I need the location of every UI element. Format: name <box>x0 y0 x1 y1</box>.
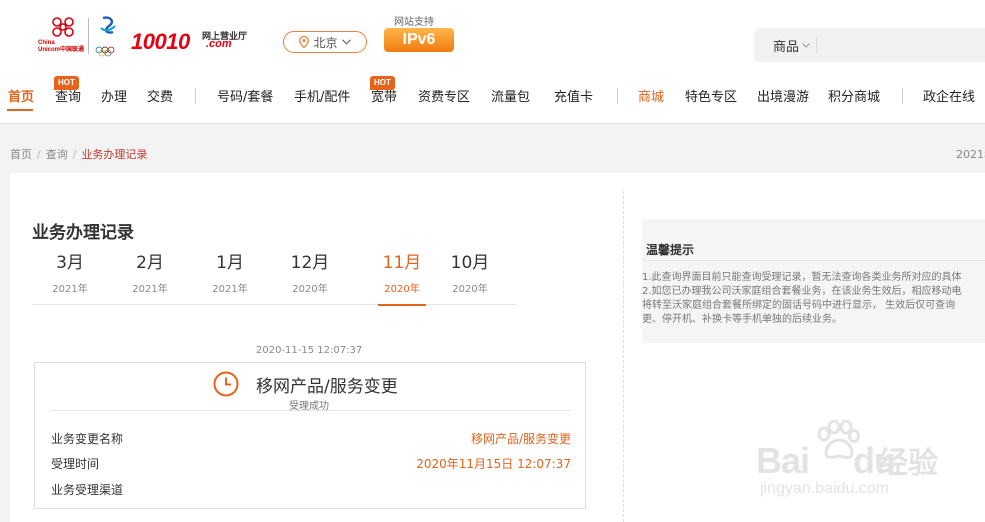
logo-divider <box>88 18 89 54</box>
hot-badge: HOT <box>54 76 79 90</box>
breadcrumb-separator: / <box>72 147 77 161</box>
month-tab-year: 2020年 <box>292 284 328 295</box>
chevron-down-icon <box>802 42 810 48</box>
main-content: 业务办理记录 3月 2021年 2月 2021年 1月 2021年 12月 20… <box>10 173 985 522</box>
record-row-value: 2020年11月15日 12:07:37 <box>416 457 571 471</box>
city-label: 北京 <box>313 35 338 50</box>
hot-badge: HOT <box>370 76 395 90</box>
nav-item-roaming[interactable]: 出境漫游 <box>757 86 809 105</box>
logo-area[interactable]: China Unicom中国联通 10010 网上营业厅 .com <box>38 14 248 66</box>
record-card: 移网产品/服务变更 受理成功 业务变更名称 移网产品/服务变更 受理时间 202… <box>34 362 586 509</box>
tips-divider <box>642 260 985 261</box>
nav-separator <box>195 88 196 104</box>
chevron-down-icon <box>341 39 351 45</box>
search-type-selector[interactable]: 商品 <box>773 36 810 55</box>
nav-item-mall[interactable]: 商城 <box>638 86 664 105</box>
nav-item-featured[interactable]: 特色专区 <box>685 86 737 105</box>
month-tab-year: 2020年 <box>384 284 420 295</box>
tips-line: 将转至沃家庭组合套餐所绑定的固话号码中进行显示， 生效后仅可查询 <box>642 300 956 311</box>
month-tab-month: 1月 <box>216 253 244 273</box>
breadcrumb-home[interactable]: 首页 <box>10 146 32 162</box>
clock-icon <box>213 371 239 397</box>
logo-10010: 10010 <box>131 29 190 54</box>
month-tab[interactable]: 12月 2020年 <box>278 251 342 305</box>
nav-item-data-pack[interactable]: 流量包 <box>491 86 530 105</box>
header-border <box>0 123 985 124</box>
search-box: 商品 <box>754 28 985 62</box>
tips-body: 1.此查询界面目前只能查询受理记录，暂无法查询各类业务所对应的具体 2.如您已办… <box>642 271 985 327</box>
month-tab-year: 2020年 <box>452 284 488 295</box>
nav-item-phone-accessories[interactable]: 手机/配件 <box>294 86 350 105</box>
month-tab[interactable]: 10月 2020年 <box>438 251 502 305</box>
vertical-divider <box>623 191 624 522</box>
nav-item-points-mall[interactable]: 积分商城 <box>828 86 880 105</box>
breadcrumb-current: 业务办理记录 <box>81 148 148 161</box>
record-row-label: 业务受理渠道 <box>51 483 124 497</box>
ipv6-support-label: 网站支持 <box>394 17 434 28</box>
nav-item-label: 查询 <box>55 90 82 105</box>
location-pin-icon <box>299 36 310 48</box>
nav-item-broadband[interactable]: HOT 宽带 <box>370 76 398 105</box>
logo-com-text: .com <box>206 38 232 50</box>
record-row-value: 移网产品/服务变更 <box>470 432 571 446</box>
tips-title: 温馨提示 <box>646 243 695 257</box>
month-tab-month: 3月 <box>56 253 84 273</box>
month-tab-active[interactable]: 11月 2020年 <box>378 251 426 306</box>
month-tab-month: 2月 <box>136 253 164 273</box>
nav-item-label: 宽带 <box>371 90 398 105</box>
month-tab[interactable]: 3月 2021年 <box>38 251 102 305</box>
nav-separator <box>902 88 903 104</box>
record-name: 移网产品/服务变更 <box>256 377 398 397</box>
nav-item-number-plan[interactable]: 号码/套餐 <box>217 86 273 105</box>
record-row-label: 业务变更名称 <box>51 432 124 446</box>
main-nav: 首页 HOT 查询 办理 交费 号码/套餐 手机/配件 HOT 宽带 资费专区 … <box>0 76 985 111</box>
month-tab[interactable]: 1月 2021年 <box>198 251 262 305</box>
breadcrumb: 首页 / 查询 / 业务办理记录 <box>10 146 147 162</box>
beijing-2022-logo-icon <box>95 16 116 57</box>
month-tabs: 3月 2021年 2月 2021年 1月 2021年 12月 2020年 11月… <box>32 251 516 306</box>
breadcrumb-separator: / <box>37 147 41 161</box>
tips-panel: 温馨提示 1.此查询界面目前只能查询受理记录，暂无法查询各类业务所对应的具体 2… <box>642 219 985 343</box>
nav-separator <box>617 88 618 104</box>
month-tab-month: 10月 <box>450 253 490 273</box>
breadcrumb-query[interactable]: 查询 <box>46 146 68 162</box>
search-type-label: 商品 <box>773 39 800 55</box>
page-title: 业务办理记录 <box>32 223 134 243</box>
breadcrumb-right-text: 2021年 <box>956 148 985 161</box>
tips-line: 更、停开机、补换卡等手机单独的后续业务。 <box>642 314 842 325</box>
nav-item-enterprise[interactable]: 政企在线 <box>923 86 975 105</box>
month-tab-year: 2021年 <box>132 284 168 295</box>
month-tab[interactable]: 2月 2021年 <box>118 251 182 305</box>
nav-active-underline <box>7 109 33 111</box>
record-row-label: 受理时间 <box>51 457 100 471</box>
month-tab-month: 11月 <box>382 253 422 273</box>
month-tab-year: 2021年 <box>52 284 88 295</box>
nav-item-handle[interactable]: 办理 <box>101 86 127 105</box>
tips-line: 2.如您已办理我公司沃家庭组合套餐业务，在该业务生效后，相应移动电 <box>642 286 962 297</box>
nav-item-home[interactable]: 首页 <box>8 86 34 105</box>
china-unicom-logo-icon <box>52 17 74 37</box>
ipv6-badge: IPv6 <box>384 28 454 52</box>
record-divider <box>51 410 571 411</box>
logo-unicom-text: China Unicom中国联通 <box>38 40 85 53</box>
nav-item-pay[interactable]: 交费 <box>147 86 173 105</box>
record-timestamp: 2020-11-15 12:07:37 <box>256 345 363 356</box>
nav-item-recharge-card[interactable]: 充值卡 <box>554 86 593 105</box>
tips-line: 1.此查询界面目前只能查询受理记录，暂无法查询各类业务所对应的具体 <box>642 272 962 283</box>
nav-item-tariff[interactable]: 资费专区 <box>418 86 470 105</box>
city-selector[interactable]: 北京 <box>283 31 367 53</box>
month-tab-year: 2021年 <box>212 284 248 295</box>
nav-item-query[interactable]: HOT 查询 <box>54 76 82 105</box>
month-tab-month: 12月 <box>290 253 330 273</box>
site-header: China Unicom中国联通 10010 网上营业厅 .com 北京 网站支持… <box>0 0 985 124</box>
search-separator <box>816 37 818 53</box>
search-input[interactable] <box>821 30 985 60</box>
